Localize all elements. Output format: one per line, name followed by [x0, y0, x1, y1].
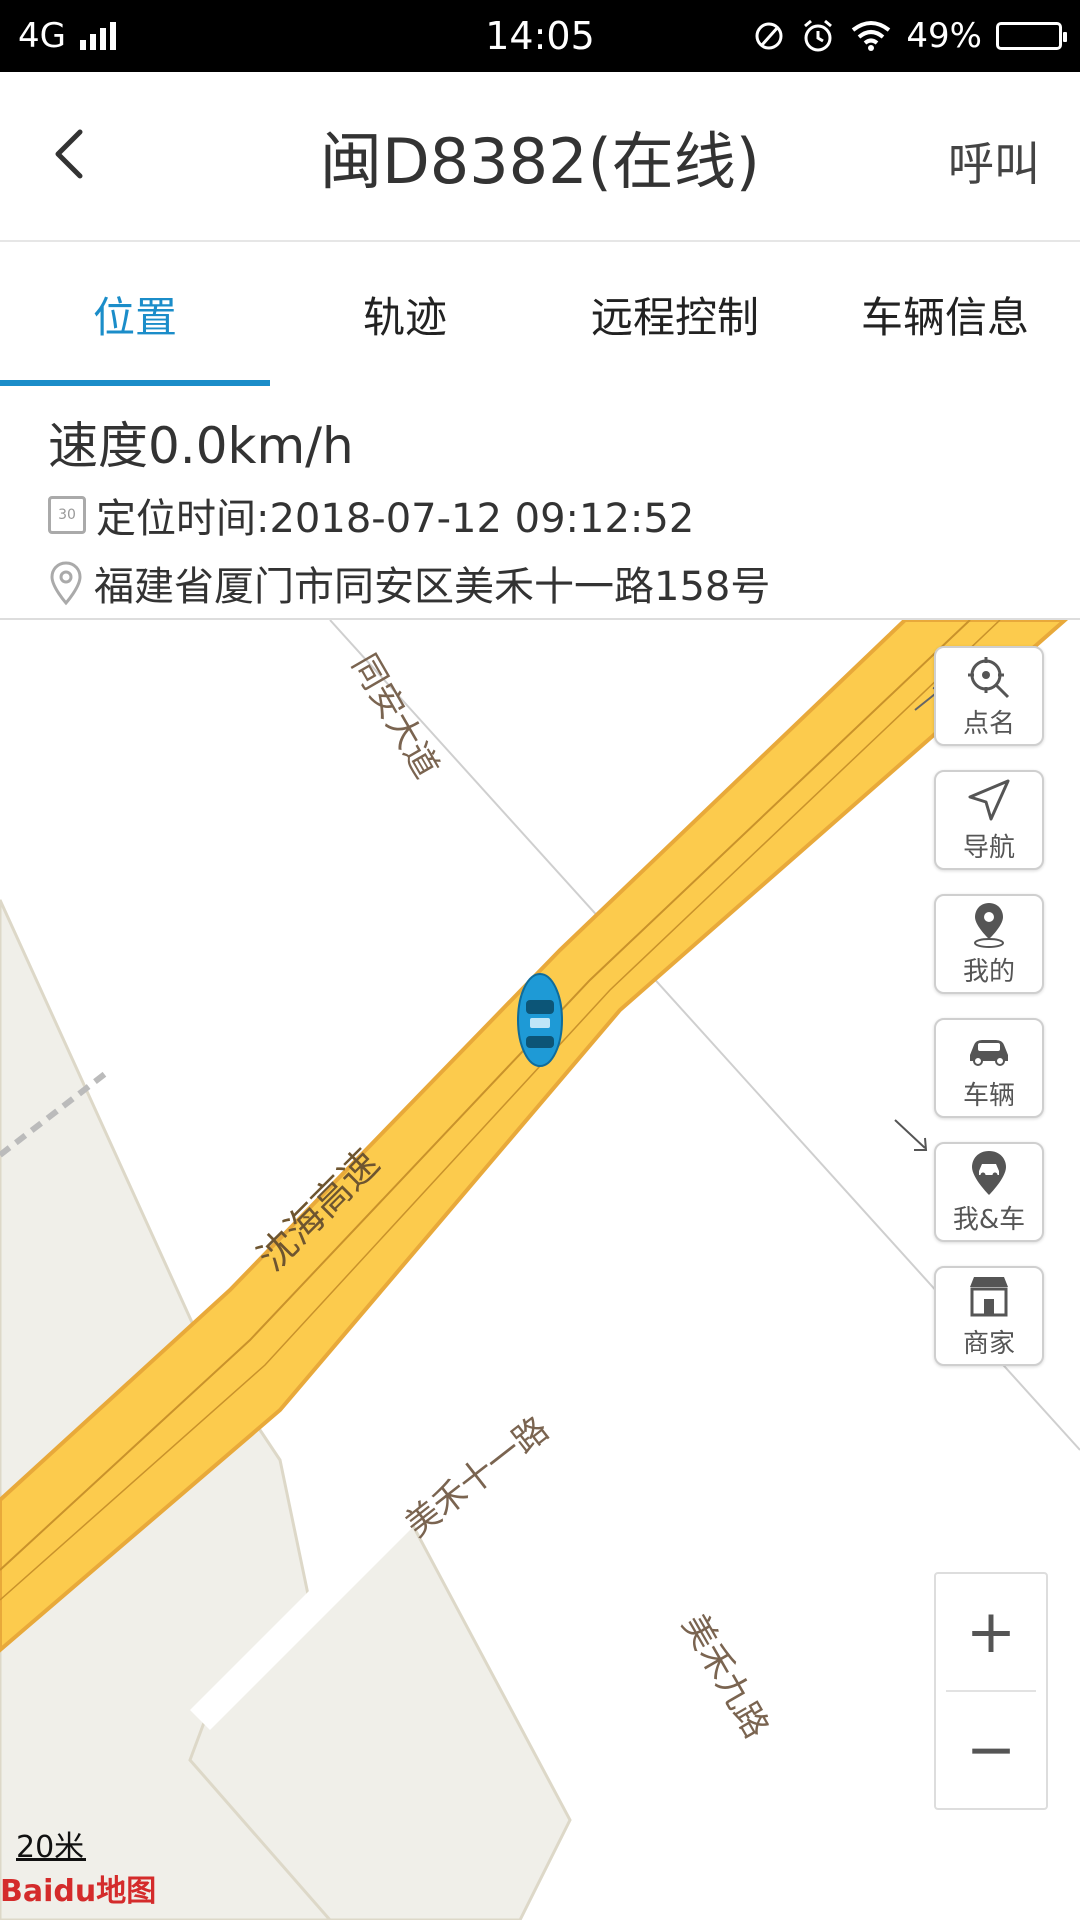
me-and-car-icon — [972, 1150, 1006, 1195]
status-bar: 4G 14:05 49% — [0, 0, 1080, 72]
address-text: 福建省厦门市同安区美禾十一路158号 — [94, 564, 771, 610]
navigation-button[interactable]: 导航 — [934, 770, 1044, 870]
merchant-label: 商家 — [962, 1328, 1015, 1359]
tab-vehicle-info[interactable]: 车辆信息 — [810, 242, 1080, 386]
me-and-car-label: 我&车 — [952, 1204, 1026, 1235]
status-right: 49% — [752, 16, 1067, 56]
direction-arrow-right — [894, 1119, 928, 1151]
tab-remote-control[interactable]: 远程控制 — [540, 242, 810, 386]
page-title: 闽D8382(在线) — [320, 125, 760, 198]
battery-icon — [996, 22, 1067, 50]
baidu-logo-text: Baidu地图 — [0, 1874, 157, 1909]
my-location-button[interactable]: 我的 — [934, 894, 1044, 994]
location-pin-icon — [50, 561, 82, 606]
back-button[interactable] — [40, 122, 104, 186]
my-location-label: 我的 — [962, 956, 1015, 987]
map-side-buttons: 点名 导航 我的 车辆 我&车 商家 — [934, 646, 1044, 1366]
vehicle-button[interactable]: 车辆 — [934, 1018, 1044, 1118]
map-scale-bar — [16, 1858, 86, 1861]
vehicle-info-panel: 速度0.0km/h 30 定位时间:2018-07-12 09:12:52 福建… — [0, 386, 1080, 620]
zoom-out-button[interactable]: − — [936, 1692, 1046, 1808]
locate-search-icon — [968, 656, 1010, 698]
my-location-pin-icon — [974, 902, 1004, 948]
vehicle-label: 车辆 — [962, 1080, 1015, 1111]
address-row: 福建省厦门市同安区美禾十一路158号 — [48, 554, 770, 612]
zoom-control: + − — [934, 1572, 1048, 1810]
car-marker — [517, 973, 563, 1067]
map-view[interactable]: 同安大道 沈海高速 美禾十一路 美禾九路 点名 导航 我的 车辆 我&车 商家 … — [0, 620, 1080, 1920]
speed-text: 速度0.0km/h — [48, 417, 354, 475]
location-time-text: 定位时间:2018-07-12 09:12:52 — [96, 496, 695, 542]
zoom-in-button[interactable]: + — [936, 1574, 1046, 1690]
rollcall-label: 点名 — [962, 708, 1015, 739]
me-and-car-button[interactable]: 我&车 — [934, 1142, 1044, 1242]
network-type: 4G — [18, 16, 66, 56]
highway-shape — [0, 620, 1069, 1653]
rollcall-button[interactable]: 点名 — [934, 646, 1044, 746]
battery-percent: 49% — [906, 16, 982, 56]
signal-icon — [79, 22, 116, 50]
calendar-icon: 30 — [48, 496, 86, 534]
map-background — [0, 620, 1080, 1920]
baidu-map-logo: Baidu地图 — [0, 1866, 156, 1910]
tab-location[interactable]: 位置 — [0, 242, 270, 386]
alarm-icon — [804, 19, 833, 52]
navigation-label: 导航 — [962, 832, 1015, 863]
wifi-icon — [852, 21, 891, 51]
tab-bar: 位置 轨迹 远程控制 车辆信息 — [0, 242, 1080, 386]
merchant-button[interactable]: 商家 — [934, 1266, 1044, 1366]
app-header: 闽D8382(在线) 呼叫 — [0, 72, 1080, 242]
tab-track[interactable]: 轨迹 — [270, 242, 540, 386]
location-time-row: 30 定位时间:2018-07-12 09:12:52 — [48, 486, 694, 544]
status-left: 4G — [18, 16, 116, 56]
store-icon — [970, 1276, 1008, 1316]
navigation-icon — [968, 779, 1010, 820]
vibrate-icon — [755, 22, 783, 50]
call-button[interactable]: 呼叫 — [948, 128, 1040, 194]
car-icon — [970, 1039, 1008, 1066]
